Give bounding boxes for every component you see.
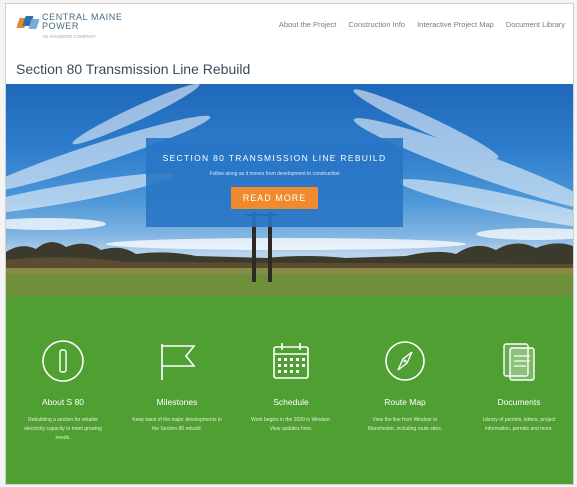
document-icon — [503, 343, 535, 381]
browser-window: CENTRAL MAINE POWER AN AVANGRID COMPANY … — [5, 3, 574, 485]
feature-documents-desc: Library of permits, letters, project inf… — [482, 417, 556, 432]
main-nav: About the Project Construction Info Inte… — [279, 20, 565, 29]
logo-text-line2: POWER — [42, 21, 80, 31]
feature-documents-label: Documents — [497, 397, 541, 407]
flag-icon — [161, 344, 196, 380]
compass-icon — [385, 341, 425, 381]
feature-milestones-desc: Keep track of the major developments in … — [132, 417, 222, 432]
nav-about-project[interactable]: About the Project — [279, 20, 337, 29]
hero-callout: SECTION 80 TRANSMISSION LINE REBUILD Fol… — [146, 138, 403, 227]
site-header: CENTRAL MAINE POWER AN AVANGRID COMPANY … — [6, 4, 573, 54]
feature-route-map-label: Route Map — [384, 397, 426, 407]
hero-subheading: Follow along as it moves from developmen… — [209, 171, 340, 177]
feature-schedule-desc: Work begins in the 2020 in Windsor. View… — [251, 417, 331, 432]
hero-heading: SECTION 80 TRANSMISSION LINE REBUILD — [162, 153, 387, 163]
feature-milestones-label: Milestones — [156, 397, 198, 407]
logo-mark-icon — [16, 15, 40, 29]
logo-tagline: AN AVANGRID COMPANY — [42, 34, 96, 39]
nav-interactive-map[interactable]: Interactive Project Map — [417, 20, 494, 29]
feature-schedule-label: Schedule — [273, 397, 309, 407]
nav-document-library[interactable]: Document Library — [506, 20, 565, 29]
hero-banner: SECTION 80 TRANSMISSION LINE REBUILD Fol… — [6, 84, 573, 296]
feature-about-desc: Rebuilding a section for reliable electr… — [24, 417, 102, 441]
info-icon — [42, 340, 84, 382]
features-section: About S 80 Rebuilding a section for reli… — [6, 296, 573, 484]
calendar-icon — [273, 343, 309, 379]
read-more-button[interactable]: READ MORE — [230, 187, 319, 209]
company-logo[interactable]: CENTRAL MAINE POWER AN AVANGRID COMPANY — [16, 12, 138, 46]
feature-route-map-desc: View the line from Windsor to Manchester… — [367, 417, 443, 432]
nav-construction-info[interactable]: Construction Info — [348, 20, 405, 29]
feature-about-label: About S 80 — [41, 397, 85, 407]
page-title: Section 80 Transmission Line Rebuild — [16, 61, 251, 77]
